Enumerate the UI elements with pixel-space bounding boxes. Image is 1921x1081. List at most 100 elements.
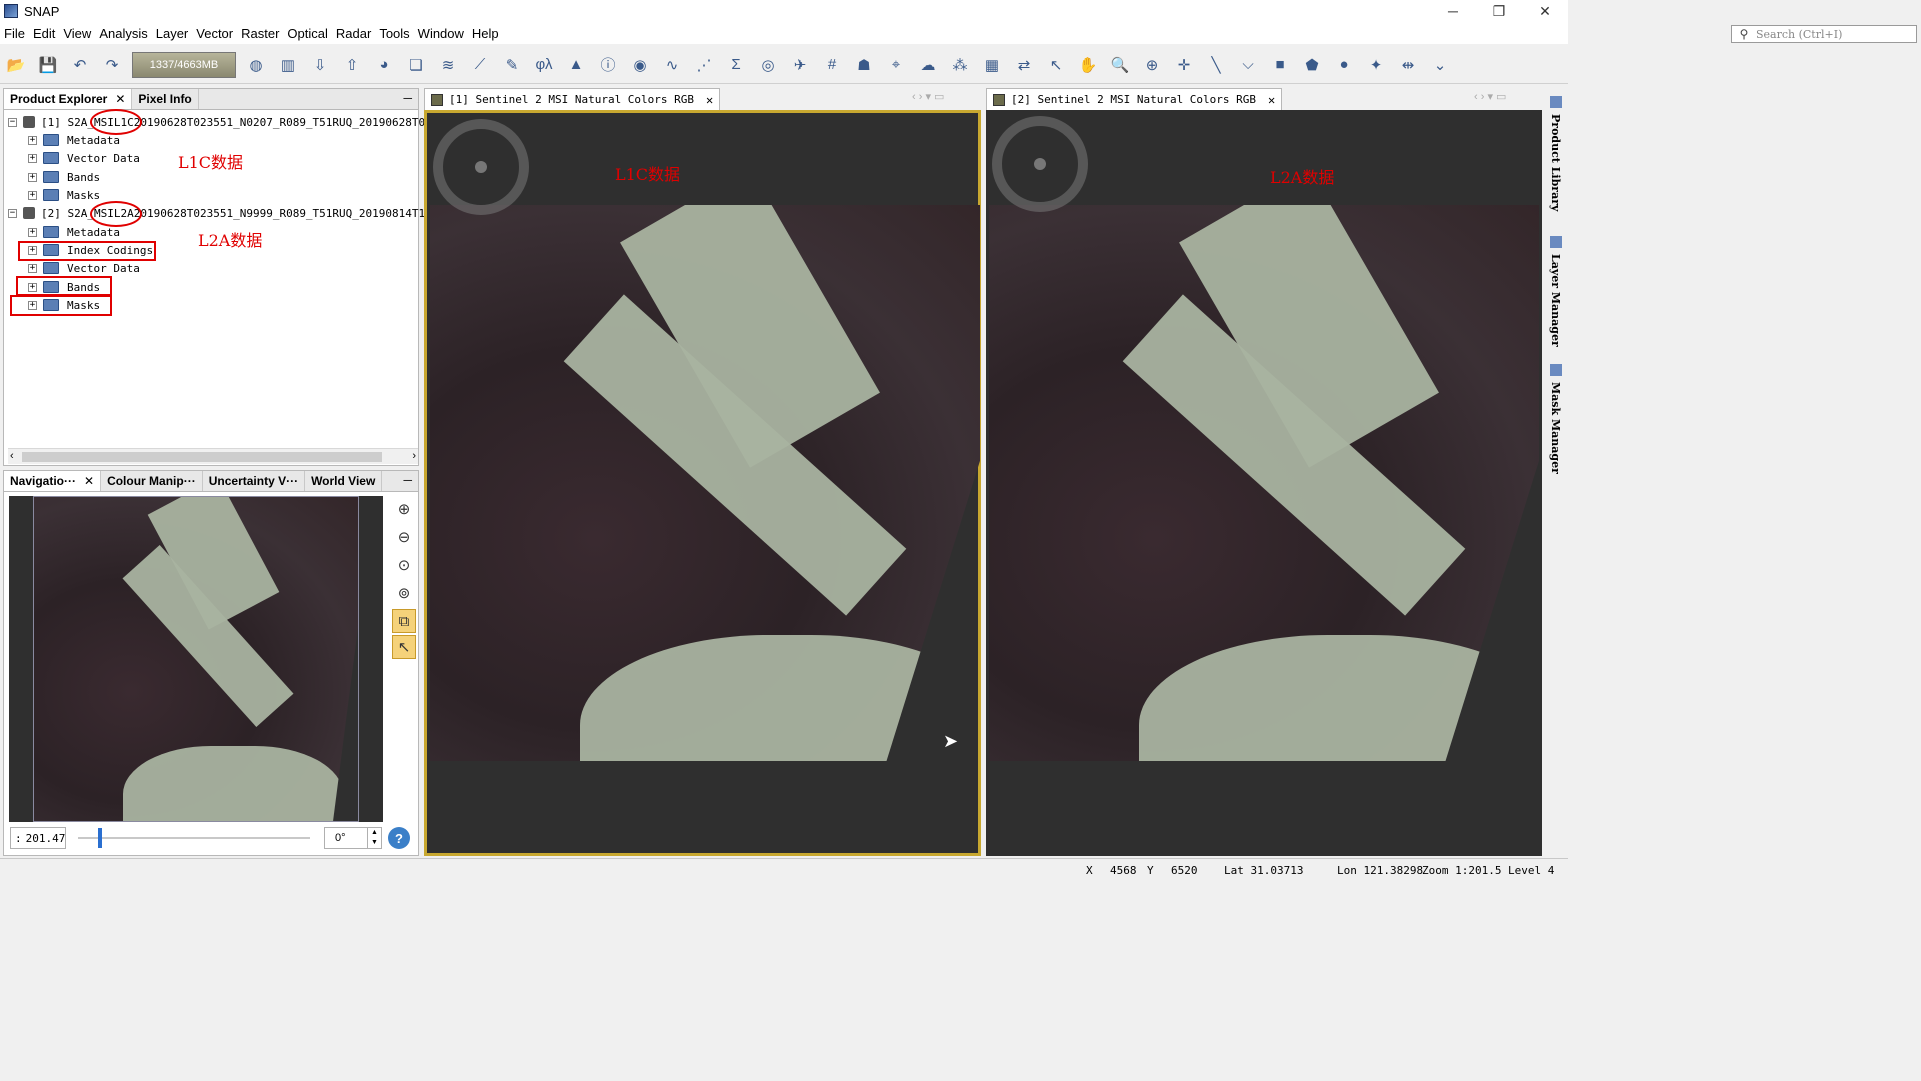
minimize-panel-button[interactable]: ─ [403,473,412,487]
layers-icon[interactable]: ❏ [403,52,429,78]
close-icon[interactable]: ✕ [706,93,713,107]
close-icon[interactable]: ✕ [84,474,94,488]
scroll-left-icon[interactable]: ‹ [10,450,14,462]
horizontal-scrollbar[interactable]: ‹ › [8,448,418,464]
zoom-all-icon[interactable]: ⊚ [392,581,416,605]
menu-help[interactable]: Help [468,26,503,41]
histogram-icon[interactable]: ▲ [563,52,589,78]
pan-tool-icon[interactable]: ✋ [1075,52,1101,78]
zoom-pixel-icon[interactable]: ⊙ [392,553,416,577]
view2-nav-arrows[interactable]: ‹ › ▾ ▭ [1474,90,1506,103]
satellite-icon[interactable]: ✈ [787,52,813,78]
product-row-1[interactable]: − [1] S2A_ MSIL1C 20190628T023551_N0207_R0… [8,113,438,131]
close-icon[interactable]: ✕ [1268,93,1275,107]
menu-radar[interactable]: Radar [332,26,375,41]
expand-icon[interactable]: + [28,172,37,182]
graph-builder-icon[interactable]: ▦ [979,52,1005,78]
tab-view-1[interactable]: [1] Sentinel 2 MSI Natural Colors RGB ✕ [424,88,721,110]
memory-indicator[interactable]: 1337/4663MB [132,51,236,78]
polyline-draw-icon[interactable]: ⌵ [1235,52,1261,78]
navigation-overview[interactable] [9,496,383,822]
tab-colour-manipulation[interactable]: Colour Manip··· [101,471,203,491]
save-product-icon[interactable]: 💾 [35,52,61,78]
menu-analysis[interactable]: Analysis [95,26,151,41]
band-maths-icon[interactable]: ▥ [275,52,301,78]
tree-node-masks[interactable]: + Masks [28,186,100,204]
sidebar-item-product-library[interactable]: Product Library [1549,114,1562,211]
gcp-placing-icon[interactable]: ✛ [1171,52,1197,78]
maximize-button[interactable]: ❐ [1476,0,1522,22]
sync-views-icon[interactable]: ⧉ [392,609,416,633]
open-product-icon[interactable]: 📂 [3,52,29,78]
tree-node-vector-data[interactable]: + Vector Data [28,149,140,167]
cloud-icon[interactable]: ☁ [915,52,941,78]
expand-icon[interactable]: + [28,190,37,200]
profile-plot-icon[interactable]: ∿ [659,52,685,78]
line-draw-icon[interactable]: ╲ [1203,52,1229,78]
batch-icon[interactable]: ⇄ [1011,52,1037,78]
gcp-icon[interactable]: ⌖ [883,52,909,78]
zoom-slider[interactable] [78,828,310,848]
menu-optical[interactable]: Optical [283,26,331,41]
image-view-2[interactable]: L2A数据 [986,110,1542,856]
collapse-icon[interactable]: − [8,208,17,218]
pin-icon[interactable]: ◎ [755,52,781,78]
scatter-plot-icon[interactable]: ⋰ [691,52,717,78]
tab-view-2[interactable]: [2] Sentinel 2 MSI Natural Colors RGB ✕ [986,88,1283,110]
expand-icon[interactable]: + [28,227,37,237]
magic-wand-icon[interactable]: ✦ [1363,52,1389,78]
pin-placing-icon[interactable]: ⊕ [1139,52,1165,78]
wave-icon[interactable]: ≋ [435,52,461,78]
import-icon[interactable]: ⇩ [307,52,333,78]
rotation-field[interactable]: 0° ▲ ▼ [324,827,382,849]
sidebar-item-mask-manager[interactable]: Mask Manager [1549,382,1562,474]
tab-world-view[interactable]: World View [305,471,383,491]
product-row-2[interactable]: − [2] S2A_ MSIL2A 20190628T023551_N9999_R0… [8,204,438,222]
rgb-image-icon[interactable]: ◕ [371,52,397,78]
info-icon[interactable]: ⓘ [595,52,621,78]
grid-icon[interactable]: # [819,52,845,78]
statistics-icon[interactable]: ◉ [627,52,653,78]
spinner-icon[interactable]: ▲ ▼ [367,828,381,848]
layer-group-icon[interactable]: ☗ [851,52,877,78]
collapse-icon[interactable]: − [8,117,17,127]
network-icon[interactable]: ⁂ [947,52,973,78]
menu-window[interactable]: Window [414,26,468,41]
menu-layer[interactable]: Layer [152,26,193,41]
ellipse-draw-icon[interactable]: ● [1331,52,1357,78]
menu-raster[interactable]: Raster [237,26,283,41]
pan-rotate-control[interactable] [992,116,1088,212]
scrollbar-thumb[interactable] [22,452,382,462]
polygon-draw-icon[interactable]: ⬟ [1299,52,1325,78]
sum-icon[interactable]: Σ [723,52,749,78]
close-icon[interactable]: ✕ [115,92,125,106]
zoom-in-icon[interactable]: ⊕ [392,497,416,521]
viewport-frame[interactable] [33,496,359,822]
tab-pixel-info[interactable]: Pixel Info [132,89,199,109]
globe-icon[interactable]: ◍ [243,52,269,78]
expand-icon[interactable]: + [28,153,37,163]
expand-icon[interactable]: + [28,263,37,273]
export-icon[interactable]: ⇧ [339,52,365,78]
expand-icon[interactable]: + [28,135,37,145]
close-button[interactable]: ✕ [1522,0,1568,22]
zoom-tool-icon[interactable]: 🔍 [1107,52,1133,78]
sidebar-item-layer-manager[interactable]: Layer Manager [1549,254,1562,347]
undo-icon[interactable]: ↶ [67,52,93,78]
view1-nav-arrows[interactable]: ‹ › ▾ ▭ [912,90,944,103]
select-tool-icon[interactable]: ↖ [1043,52,1069,78]
edit-icon[interactable]: ✎ [499,52,525,78]
spectrum-icon[interactable]: ⟋ [467,52,493,78]
tab-uncertainty-visualisation[interactable]: Uncertainty V··· [202,471,306,491]
menu-tools[interactable]: Tools [375,26,413,41]
tab-navigation[interactable]: Navigatio··· ✕ [4,471,102,491]
menu-vector[interactable]: Vector [192,26,237,41]
zoom-out-icon[interactable]: ⊖ [392,525,416,549]
tree-node-bands[interactable]: + Bands [28,168,100,186]
help-icon[interactable]: ? [388,827,410,849]
menu-view[interactable]: View [59,26,95,41]
scroll-right-icon[interactable]: › [412,450,416,462]
phi-lambda-icon[interactable]: φλ [531,52,557,78]
image-view-1[interactable]: L1C数据 ➤ [424,110,981,856]
tab-product-explorer[interactable]: Product Explorer ✕ [4,89,133,109]
